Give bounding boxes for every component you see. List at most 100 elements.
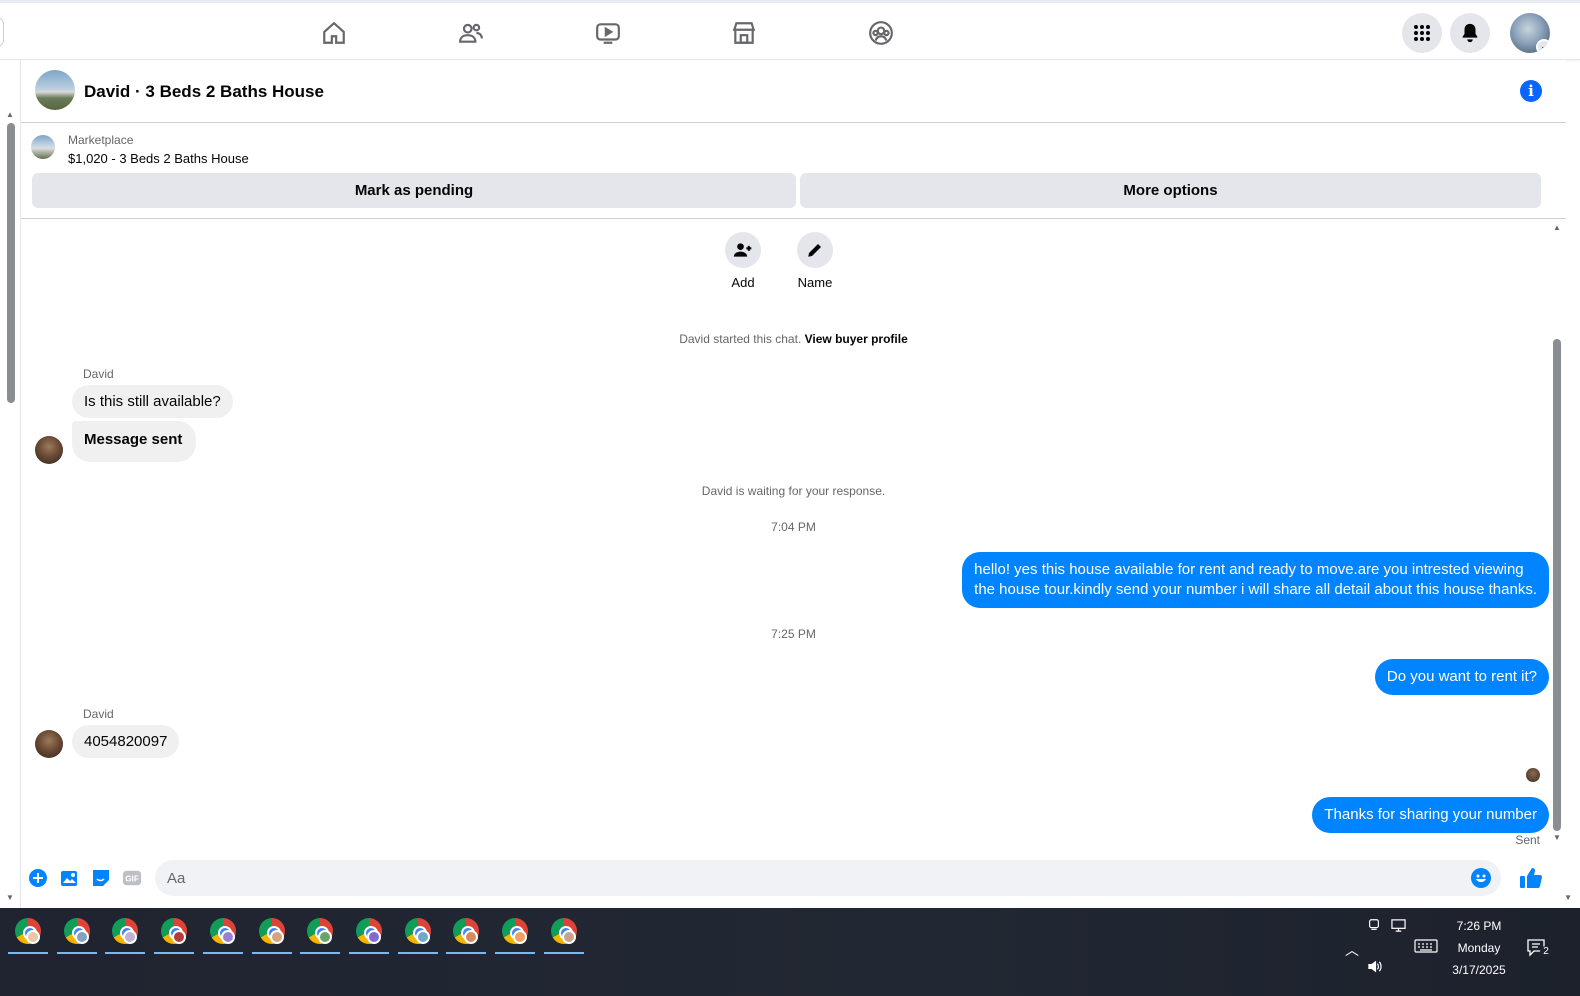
taskbar-chrome-app[interactable] — [300, 914, 341, 954]
photo-icon[interactable] — [60, 868, 80, 888]
pencil-icon — [797, 232, 833, 268]
search-edge[interactable] — [0, 17, 4, 47]
outgoing-message[interactable]: Do you want to rent it? — [1374, 659, 1549, 695]
incoming-message[interactable]: 4054820097 — [72, 725, 180, 758]
chat-title[interactable]: David · 3 Beds 2 Baths House — [84, 82, 324, 102]
taskbar-chrome-app[interactable] — [202, 914, 243, 954]
top-navigation-bar: ⌄ — [0, 0, 1580, 60]
add-person-icon — [725, 232, 761, 268]
running-indicator — [397, 952, 438, 954]
running-indicator — [300, 952, 341, 954]
marketplace-icon[interactable] — [724, 15, 764, 51]
friends-icon[interactable] — [451, 15, 491, 51]
keyboard-icon[interactable] — [1414, 938, 1438, 957]
name-chat-button[interactable]: Name — [785, 232, 845, 290]
account-avatar[interactable]: ⌄ — [1510, 13, 1550, 53]
message-input-placeholder: Aa — [167, 870, 186, 887]
incoming-message[interactable]: Is this still available? — [72, 385, 233, 418]
listing-thumbnail[interactable] — [31, 135, 55, 159]
profile-badge-icon — [561, 930, 576, 944]
like-thumb-icon[interactable] — [1519, 866, 1543, 890]
running-indicator — [154, 952, 195, 954]
profile-badge-icon — [26, 930, 40, 944]
taskbar-chrome-app[interactable] — [105, 914, 146, 954]
add-people-button[interactable]: Add — [713, 232, 773, 290]
chat-started-notice: David started this chat. View buyer prof… — [21, 332, 1566, 346]
groups-icon[interactable] — [861, 15, 901, 51]
volume-icon[interactable] — [1367, 959, 1384, 977]
more-options-button[interactable]: More options — [800, 173, 1541, 208]
message-status: Sent — [1515, 833, 1540, 847]
plus-icon[interactable] — [28, 868, 48, 888]
message-line: the house tour.kindly send your number i… — [974, 581, 1537, 598]
notification-count: 2 — [1540, 946, 1552, 958]
running-indicator — [543, 952, 584, 954]
network-icon[interactable] — [1390, 918, 1407, 936]
sender-avatar[interactable] — [35, 730, 63, 758]
chat-avatar[interactable] — [35, 70, 75, 110]
message-composer: GIF Aa — [21, 855, 1566, 900]
chat-scroll-down-icon[interactable]: ▼ — [1553, 833, 1561, 842]
taskbar-chrome-app[interactable] — [154, 914, 195, 954]
seen-by-avatar — [1526, 768, 1540, 782]
taskbar-chrome-app[interactable] — [446, 914, 487, 954]
view-buyer-profile-link[interactable]: View buyer profile — [805, 332, 908, 346]
running-indicator — [446, 952, 487, 954]
running-indicator — [202, 952, 243, 954]
page-scroll-down-right-icon[interactable]: ▼ — [1564, 893, 1572, 902]
clock-time[interactable]: 7:26 PM — [1444, 919, 1514, 933]
profile-badge-icon — [172, 930, 187, 944]
listing-title[interactable]: $1,020 - 3 Beds 2 Baths House — [68, 151, 249, 166]
chat-scrollbar[interactable]: ▲ ▼ — [1550, 223, 1564, 847]
profile-badge-icon — [415, 930, 430, 944]
taskbar-chrome-app[interactable] — [56, 914, 97, 954]
incoming-message[interactable]: Message sent — [72, 421, 197, 462]
sticker-icon[interactable] — [91, 868, 111, 888]
taskbar-chrome-app[interactable] — [495, 914, 535, 954]
meet-now-icon[interactable] — [1367, 918, 1381, 935]
page-scrollbar[interactable]: ▲ — [0, 60, 21, 908]
notification-center-icon[interactable]: 2 — [1526, 938, 1552, 961]
show-hidden-icons-chevron-icon[interactable]: ︿ — [1345, 940, 1359, 960]
taskbar-chrome-app[interactable] — [543, 914, 584, 954]
chat-scroll-up-icon[interactable]: ▲ — [1553, 223, 1561, 232]
timestamp: 7:04 PM — [771, 520, 816, 534]
outgoing-message[interactable]: Thanks for sharing your number — [1312, 797, 1549, 833]
timestamp: 7:25 PM — [771, 627, 816, 641]
taskbar-chrome-app[interactable] — [348, 914, 389, 954]
message-input[interactable]: Aa — [155, 860, 1501, 896]
home-icon[interactable] — [314, 15, 354, 51]
chat-header: David · 3 Beds 2 Baths House i — [21, 60, 1566, 123]
info-icon[interactable]: i — [1520, 80, 1542, 102]
clock-day[interactable]: Monday — [1444, 941, 1514, 955]
profile-badge-icon — [318, 930, 333, 944]
outgoing-message[interactable]: hello! yes this house available for rent… — [962, 552, 1549, 608]
menu-grid-icon[interactable] — [1402, 13, 1442, 53]
gif-icon[interactable]: GIF — [122, 868, 142, 888]
taskbar-chrome-app[interactable] — [251, 914, 292, 954]
taskbar-chrome-app[interactable] — [8, 914, 48, 954]
page-scroll-down-icon[interactable]: ▼ — [6, 893, 14, 902]
taskbar-chrome-app[interactable] — [397, 914, 438, 954]
profile-badge-icon — [123, 930, 138, 944]
profile-badge-icon — [366, 930, 381, 944]
conversation-area: Add Name David started this chat. View b… — [21, 220, 1566, 850]
video-icon[interactable] — [588, 15, 628, 51]
marketplace-listing-bar: Marketplace $1,020 - 3 Beds 2 Baths Hous… — [21, 123, 1566, 219]
waiting-notice: David is waiting for your response. — [701, 484, 886, 498]
clock-date[interactable]: 3/17/2025 — [1444, 963, 1514, 977]
running-indicator — [105, 952, 146, 954]
name-label: Name — [797, 275, 833, 290]
mark-as-pending-button[interactable]: Mark as pending — [32, 173, 796, 208]
page-scrollbar-thumb[interactable] — [7, 123, 15, 403]
running-indicator — [251, 952, 292, 954]
running-indicator — [8, 952, 48, 954]
notifications-bell-icon[interactable] — [1450, 13, 1490, 53]
chat-scrollbar-thumb[interactable] — [1553, 339, 1561, 831]
profile-badge-icon — [74, 930, 89, 944]
scroll-up-arrow-icon[interactable]: ▲ — [6, 110, 14, 119]
message-line: hello! yes this house available for rent… — [974, 561, 1524, 578]
emoji-icon[interactable] — [1471, 868, 1491, 888]
sender-avatar[interactable] — [35, 436, 63, 464]
chevron-down-icon: ⌄ — [1536, 39, 1550, 53]
